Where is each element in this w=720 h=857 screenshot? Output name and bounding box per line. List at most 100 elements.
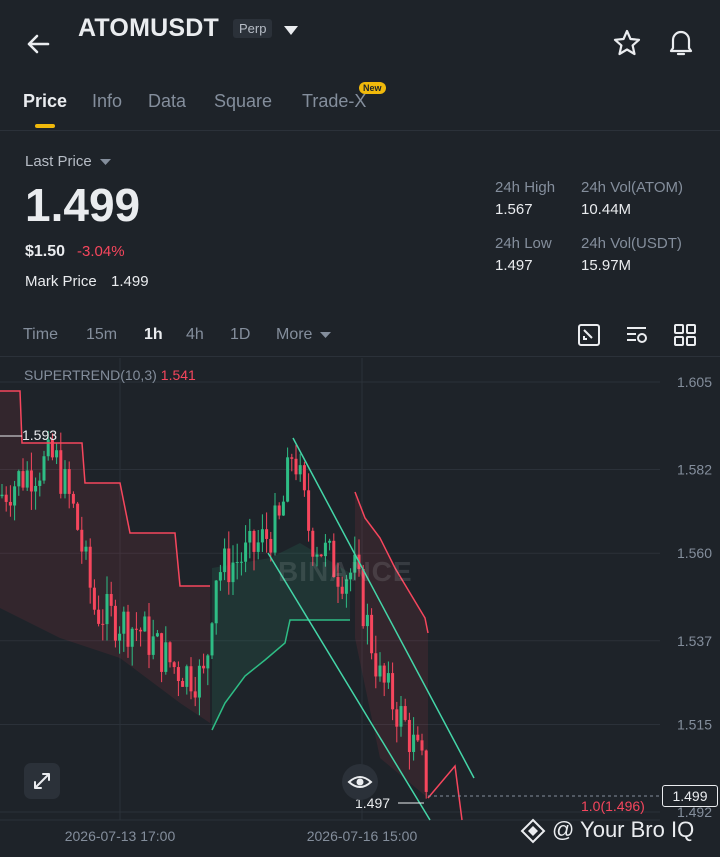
candle-body [260, 529, 264, 543]
candle-body [185, 666, 189, 687]
timeframe-4h[interactable]: 4h [186, 326, 204, 344]
layout-grid-icon[interactable] [672, 322, 698, 348]
candle-body [176, 667, 180, 682]
candle-body [80, 529, 84, 552]
candle-body [42, 456, 46, 481]
usd-price: $1.50 [25, 243, 66, 260]
candle-body [374, 653, 378, 677]
timeframe-1d[interactable]: 1D [230, 326, 250, 344]
main-tabs: Price Info Data Square Trade-X New [0, 82, 720, 131]
candle-body [395, 709, 399, 727]
supertrend-indicator[interactable]: SUPERTREND(10,3) 1.541 [24, 367, 196, 383]
candle-body [290, 457, 294, 459]
tab-info[interactable]: Info [92, 91, 122, 112]
mark-price-value: 1.499 [111, 273, 149, 290]
candle-body [323, 542, 327, 557]
candle-body [126, 611, 130, 647]
last-price-value: 1.499 [25, 179, 141, 231]
stat-24h-vol-usdt-label: 24h Vol(USDT) [581, 235, 682, 252]
candle-body [25, 470, 29, 488]
candle-body [252, 530, 256, 552]
fullscreen-button[interactable] [24, 763, 60, 799]
candle-body [399, 706, 403, 727]
y-tick-label: 1.537 [677, 633, 712, 649]
candle-body [302, 465, 306, 491]
candle-body [189, 666, 193, 692]
last-price-tag: 1.499 [662, 785, 718, 807]
candle-body [38, 480, 42, 486]
last-price-selector[interactable]: Last Price [25, 153, 111, 170]
supertrend-fill-down [355, 492, 428, 798]
chart-settings-icon[interactable] [576, 322, 602, 348]
binance-watermark: BINANCE [278, 556, 413, 587]
candle-body [294, 458, 298, 475]
candle-body [256, 542, 260, 552]
candle-body [239, 561, 243, 563]
candle-body [403, 706, 407, 720]
indicator-settings-icon[interactable] [624, 322, 650, 348]
candle-body [71, 493, 75, 504]
candle-body [34, 485, 38, 492]
candle-body [143, 616, 147, 632]
tab-price[interactable]: Price [23, 91, 67, 112]
candle-body [378, 665, 382, 677]
candle-body [386, 673, 390, 683]
candle-body [235, 562, 239, 564]
candle-body [59, 450, 63, 494]
star-icon[interactable] [612, 28, 642, 58]
caret-down-icon [99, 159, 111, 166]
more-label: More [276, 326, 313, 343]
candle-body [265, 529, 269, 539]
candle-body [248, 530, 252, 543]
candle-body [298, 465, 302, 475]
timeframe-1h[interactable]: 1h [144, 326, 163, 344]
candle-body [17, 471, 21, 487]
candle-body [118, 633, 122, 641]
x-tick-label: 2026-07-16 15:00 [307, 828, 418, 844]
candle-body [223, 548, 227, 573]
candle-body [382, 665, 386, 683]
price-change-percent: -3.04% [77, 243, 125, 260]
candle-body [210, 623, 214, 656]
candle-body [420, 740, 424, 751]
candle-body [244, 542, 248, 562]
candle-body [328, 540, 332, 543]
eye-icon [347, 776, 373, 788]
candle-body [197, 665, 201, 698]
visibility-toggle[interactable] [342, 764, 378, 800]
candle-body [67, 469, 71, 494]
candle-body [134, 628, 138, 630]
timeframe-15m[interactable]: 15m [86, 326, 117, 344]
candle-body [365, 614, 369, 627]
bell-icon[interactable] [665, 26, 697, 58]
candle-body [168, 642, 172, 663]
candle-body [88, 546, 92, 588]
candle-body [160, 633, 164, 672]
stat-24h-low-value: 1.497 [495, 257, 533, 274]
candle-body [311, 530, 315, 557]
tab-data[interactable]: Data [148, 91, 186, 112]
candle-body [105, 594, 109, 625]
timeframe-time[interactable]: Time [23, 326, 58, 344]
tab-trade-x[interactable]: Trade-X [302, 91, 366, 112]
candle-body [122, 611, 126, 634]
candle-body [286, 457, 290, 502]
candle-body [172, 662, 176, 668]
back-arrow-icon[interactable] [22, 28, 54, 60]
caret-down-icon[interactable] [283, 24, 299, 36]
tab-square[interactable]: Square [214, 91, 272, 112]
binance-logo-icon [520, 818, 546, 844]
stat-24h-low-label: 24h Low [495, 235, 552, 252]
candle-body [227, 548, 231, 583]
timeframe-more[interactable]: More [276, 326, 331, 344]
candle-body [4, 494, 8, 502]
candle-body [97, 609, 101, 624]
candle-body [206, 655, 210, 669]
supertrend-label: SUPERTREND(10,3) [24, 367, 157, 383]
candle-body [101, 623, 105, 625]
candlestick-chart[interactable]: SUPERTREND(10,3) 1.541 1.605 1.582 1.560 1.5… [0, 358, 720, 857]
candle-body [391, 673, 395, 710]
candle-body [231, 562, 235, 583]
candle-body [370, 614, 374, 654]
symbol-title[interactable]: ATOMUSDT [78, 14, 219, 43]
